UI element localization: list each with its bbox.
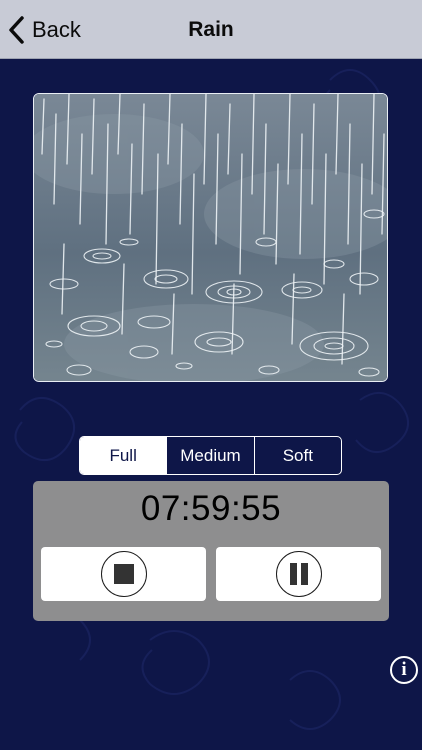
pause-button[interactable] (216, 547, 381, 601)
volume-soft-option[interactable]: Soft (253, 437, 341, 474)
pause-icon (275, 551, 322, 597)
navigation-bar: Back Rain (0, 0, 422, 59)
timer-panel: 07:59:55 (33, 481, 389, 621)
volume-selector: Full Medium Soft (79, 436, 342, 475)
stop-icon (100, 551, 147, 597)
page-title: Rain (188, 18, 234, 41)
volume-full-option[interactable]: Full (80, 437, 167, 474)
rain-artwork (33, 93, 388, 382)
volume-medium-option[interactable]: Medium (166, 437, 253, 474)
stop-button[interactable] (41, 547, 206, 601)
info-icon[interactable]: i (390, 656, 418, 684)
timer-display: 07:59:55 (140, 489, 282, 528)
